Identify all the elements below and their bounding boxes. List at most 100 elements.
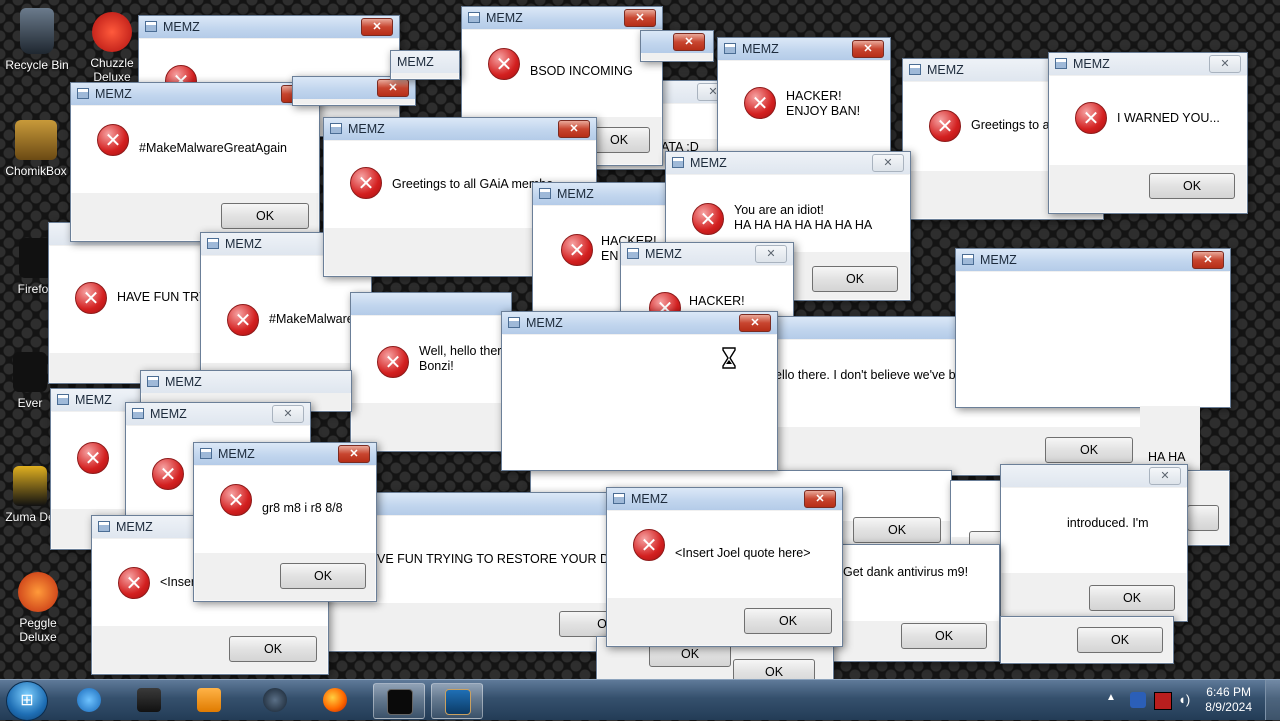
memz-dialog[interactable]: ✕ Well, hello there Bonzi! <box>350 292 512 452</box>
close-button[interactable]: ✕ <box>755 245 787 263</box>
title-bar[interactable]: MEMZ✕ <box>718 38 890 60</box>
ok-button[interactable]: OK <box>280 563 366 589</box>
dialog-message: You are an idiot! HA HA HA HA HA HA HA <box>734 203 873 232</box>
title-bar[interactable]: MEMZ <box>141 371 351 393</box>
ok-button[interactable]: OK <box>1149 173 1235 199</box>
bluetooth-icon[interactable] <box>1130 692 1146 708</box>
ok-button[interactable]: OK <box>812 266 898 292</box>
ok-button[interactable]: OK <box>1045 437 1133 463</box>
window-title: MEMZ <box>631 492 668 506</box>
title-bar[interactable]: MEMZ <box>533 183 673 205</box>
memz-dialog[interactable]: OK <box>1000 616 1174 664</box>
memz-dialog[interactable]: MEMZ <box>390 50 460 80</box>
show-desktop-button[interactable] <box>1265 680 1280 720</box>
ok-button[interactable]: OK <box>744 608 832 634</box>
title-bar[interactable]: MEMZ <box>391 51 459 73</box>
close-button[interactable]: ✕ <box>673 33 705 51</box>
close-button[interactable]: ✕ <box>624 9 656 27</box>
close-button[interactable]: ✕ <box>361 18 393 36</box>
dialog-message: #MakeMalware <box>269 312 354 326</box>
title-bar[interactable]: MEMZ✕ <box>194 443 376 465</box>
desktop-icon-chomikbox[interactable]: ChomikBox <box>0 120 72 178</box>
close-button[interactable]: ✕ <box>1149 467 1181 485</box>
zuma-icon <box>13 466 47 506</box>
ok-button[interactable]: OK <box>229 636 317 662</box>
start-button[interactable]: ⊞ <box>6 681 48 721</box>
error-icon: ✕ <box>220 484 252 516</box>
internet-explorer-icon <box>77 688 101 712</box>
ok-button[interactable]: OK <box>221 203 309 229</box>
desktop-icon-peggle[interactable]: Peggle Deluxe <box>2 572 74 644</box>
volume-icon[interactable]: ◖) <box>1178 692 1194 708</box>
memz-dialog[interactable]: Get dank antivirus m9! OK <box>826 544 1000 662</box>
memz-dialog[interactable]: ✕ introduced. I'm OK <box>1000 464 1188 622</box>
memz-dialog[interactable] <box>1186 470 1230 546</box>
action-center-icon[interactable] <box>1154 692 1172 710</box>
title-bar[interactable]: ✕ <box>1001 465 1187 487</box>
window-app-icon <box>627 248 639 259</box>
close-button[interactable]: ✕ <box>739 314 771 332</box>
title-bar[interactable]: ✕ <box>293 77 415 99</box>
desktop-icon-recycle-bin[interactable]: Recycle Bin <box>1 8 73 72</box>
close-button[interactable]: ✕ <box>1192 251 1224 269</box>
taskbar-app[interactable] <box>250 683 300 717</box>
close-button[interactable]: ✕ <box>272 405 304 423</box>
dialog-message: ello there. I don't believe we've be <box>775 368 963 382</box>
memz-dialog[interactable]: MEMZ ✕ ✕ HACKER! ENJOY BAN! <box>717 37 891 159</box>
close-button[interactable]: ✕ <box>804 490 836 508</box>
memz-dialog[interactable]: ✕ <box>640 30 714 62</box>
memz-dialog[interactable]: MEMZ ✕ ✕ <Insert Joel quote here> OK <box>606 487 843 647</box>
title-bar[interactable]: MEMZ✕ <box>324 118 596 140</box>
ok-button[interactable] <box>1187 505 1219 531</box>
title-bar[interactable]: MEMZ✕ <box>956 249 1230 271</box>
ok-button[interactable]: OK <box>1089 585 1175 611</box>
taskbar-app[interactable] <box>373 683 425 719</box>
taskbar-app[interactable] <box>431 683 483 719</box>
title-bar[interactable]: MEMZ✕ <box>462 7 662 29</box>
title-bar[interactable]: MEMZ✕ <box>126 403 310 425</box>
taskbar-app[interactable] <box>184 683 234 717</box>
ok-button[interactable]: OK <box>901 623 987 649</box>
close-button[interactable]: ✕ <box>1209 55 1241 73</box>
close-button[interactable]: ✕ <box>377 79 409 97</box>
error-icon: ✕ <box>1075 102 1107 134</box>
title-bar[interactable]: MEMZ✕ <box>621 243 793 265</box>
title-bar[interactable]: MEMZ✕ <box>666 152 910 174</box>
memz-dialog[interactable]: ✕ HAVE FUN TRYIN <box>48 222 220 384</box>
recycle-bin-icon <box>20 8 54 54</box>
title-bar[interactable]: MEMZ✕ <box>502 312 777 334</box>
title-bar[interactable]: MEMZ✕ <box>1049 53 1247 75</box>
window-app-icon <box>962 254 974 265</box>
ok-button[interactable]: OK <box>853 517 941 543</box>
close-button[interactable]: ✕ <box>852 40 884 58</box>
close-button[interactable]: ✕ <box>558 120 590 138</box>
ok-button[interactable]: OK <box>588 127 650 153</box>
clock-time: 6:46 PM <box>1206 685 1251 699</box>
taskbar-app[interactable] <box>64 683 114 717</box>
title-bar[interactable]: MEMZ✕ <box>71 83 319 105</box>
taskbar-app[interactable] <box>310 683 360 717</box>
taskbar: ⊞ ▲ ◖) 6:46 PM 8/9/2024 <box>0 679 1280 721</box>
memz-dialog[interactable]: MEMZ ✕ ✕ I WARNED YOU... OK <box>1048 52 1248 214</box>
show-hidden-icons-arrow[interactable]: ▲ <box>1106 692 1122 708</box>
memz-dialog[interactable]: MEMZ ✕ ✕ gr8 m8 i r8 8/8 OK <box>193 442 377 602</box>
dialog-body: ✕ #MakeMalwareGreatAgain <box>71 106 319 193</box>
window-title: MEMZ <box>95 87 132 101</box>
close-button[interactable]: ✕ <box>872 154 904 172</box>
close-button[interactable]: ✕ <box>338 445 370 463</box>
memz-dialog[interactable]: MEMZ✕ ✕ #MakeMalwareGreatAgain OK <box>70 82 320 242</box>
memz-dialog[interactable]: MEMZ ✕ <box>501 311 778 471</box>
title-bar[interactable]: MEMZ✕ <box>139 16 399 38</box>
error-icon: ✕ <box>633 529 665 561</box>
clock-date: 8/9/2024 <box>1205 700 1252 714</box>
title-bar[interactable]: MEMZ ✕ <box>607 488 842 510</box>
taskbar-app[interactable] <box>124 683 174 717</box>
memz-dialog[interactable]: ✕ <box>292 76 416 106</box>
clock[interactable]: 6:46 PM 8/9/2024 <box>1205 685 1252 715</box>
title-bar[interactable]: ✕ <box>641 31 713 53</box>
title-bar[interactable] <box>351 293 511 315</box>
ok-button[interactable]: OK <box>1077 627 1163 653</box>
memz-dialog[interactable]: MEMZ ✕ <box>955 248 1231 408</box>
window-app-icon <box>207 238 219 249</box>
ok-button[interactable]: OK <box>733 659 815 680</box>
